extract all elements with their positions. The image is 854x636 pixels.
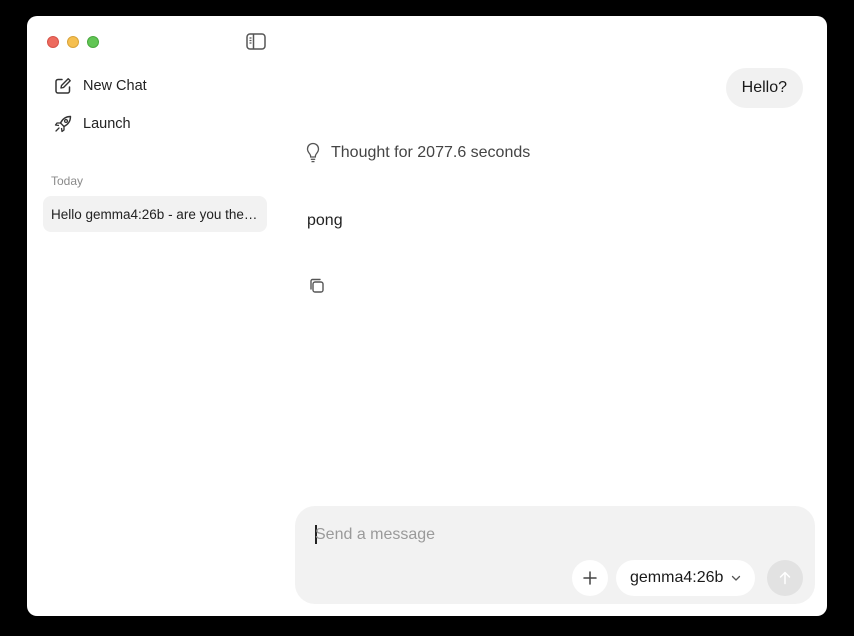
new-chat-button[interactable]: New Chat (43, 72, 263, 100)
copy-button[interactable] (307, 276, 327, 296)
arrow-up-icon (779, 571, 791, 585)
sidebar-toggle-icon (246, 33, 266, 50)
app-window: New Chat Launch Today Hello gemma4:26b -… (27, 16, 827, 616)
copy-icon (310, 278, 324, 293)
launch-button[interactable]: Launch (43, 110, 263, 138)
compose-icon (51, 74, 75, 98)
launch-label: Launch (83, 116, 131, 132)
model-selector-label: gemma4:26b (630, 569, 724, 586)
history-item-title: Hello gemma4:26b - are you there? (51, 206, 259, 222)
thought-toggle[interactable]: Thought for 2077.6 seconds (305, 140, 530, 166)
history-section-label: Today (51, 174, 84, 188)
history-item[interactable]: Hello gemma4:26b - are you there? (43, 196, 267, 232)
thought-label: Thought for 2077.6 seconds (331, 144, 531, 161)
chevron-down-icon (731, 573, 741, 583)
message-composer: gemma4:26b (295, 506, 815, 604)
assistant-response: pong (307, 212, 343, 229)
message-input[interactable] (315, 520, 795, 550)
maximize-window-button[interactable] (87, 36, 99, 48)
plus-icon (583, 571, 597, 585)
lightbulb-icon (305, 142, 321, 164)
user-message: Hello? (725, 68, 803, 108)
send-button[interactable] (767, 560, 803, 596)
minimize-window-button[interactable] (67, 36, 79, 48)
attach-button[interactable] (572, 560, 608, 596)
sidebar-toggle-button[interactable] (246, 33, 266, 50)
close-window-button[interactable] (47, 36, 59, 48)
rocket-icon (51, 112, 75, 136)
model-selector[interactable]: gemma4:26b (616, 560, 756, 596)
new-chat-label: New Chat (83, 78, 147, 94)
